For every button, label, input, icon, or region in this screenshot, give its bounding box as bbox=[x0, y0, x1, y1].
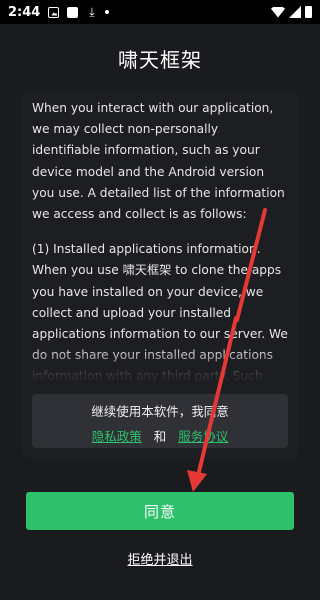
download-icon: ⤓ bbox=[89, 4, 95, 19]
signal-icon bbox=[289, 6, 301, 18]
dot-icon bbox=[105, 10, 110, 14]
status-right bbox=[271, 6, 312, 18]
reject-and-exit-link[interactable]: 拒绝并退出 bbox=[0, 549, 320, 568]
privacy-paragraph-1: When you interact with our application, … bbox=[32, 101, 285, 222]
service-agreement-link[interactable]: 服务协议 bbox=[178, 429, 228, 444]
privacy-content-card[interactable]: When you interact with our application, … bbox=[22, 92, 298, 458]
privacy-policy-link[interactable]: 隐私政策 bbox=[92, 429, 142, 444]
wifi-icon bbox=[271, 6, 285, 18]
consent-box: 继续使用本软件，我同意 隐私政策 和 服务协议 bbox=[32, 394, 288, 448]
status-time: 2:44 bbox=[8, 4, 41, 20]
photo-icon bbox=[48, 6, 60, 18]
square-icon bbox=[67, 6, 79, 18]
consent-links: 隐私政策 和 服务协议 bbox=[32, 426, 288, 445]
page-title: 啸天框架 bbox=[118, 48, 202, 72]
consent-text: 继续使用本软件，我同意 bbox=[91, 404, 229, 419]
consent-and: 和 bbox=[153, 429, 167, 444]
agree-button[interactable]: 同意 bbox=[26, 492, 294, 530]
status-bar: 2:44 ⤓ bbox=[0, 0, 320, 24]
battery-icon bbox=[305, 6, 312, 18]
status-icons: ⤓ bbox=[48, 4, 110, 19]
